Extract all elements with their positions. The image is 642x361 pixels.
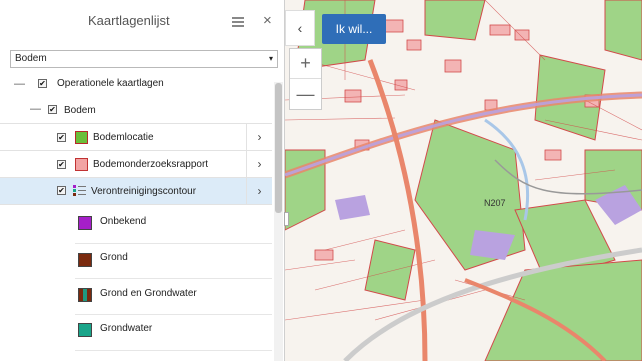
chevron-down-icon: ▾ <box>268 54 273 63</box>
bodemlocatie-checkbox[interactable]: ✔ <box>57 133 66 142</box>
zoom-control: + — <box>289 48 322 110</box>
legend-swatch-grond <box>78 253 92 267</box>
bodemonderzoeksrapport-label: Bodemonderzoeksrapport <box>93 159 209 170</box>
collapse-dash-icon[interactable]: — <box>14 78 25 90</box>
panel-header: Kaartlagenlijst × <box>0 0 285 40</box>
layer-group-select[interactable]: Bodem ▾ <box>10 50 278 68</box>
legend-divider <box>75 278 272 279</box>
verontreinigingscontour-label: Verontreinigingscontour <box>91 186 197 197</box>
verontreinigingscontour-checkbox[interactable]: ✔ <box>57 186 66 195</box>
root-label: Operationele kaartlagen <box>57 78 164 89</box>
layer-group-select-value: Bodem <box>15 53 47 64</box>
legend-label-grond: Grond <box>100 252 128 263</box>
bodemlocatie-swatch <box>75 131 88 144</box>
map-tiles <box>285 0 642 361</box>
legend-divider <box>75 350 272 351</box>
legend-divider <box>75 243 272 244</box>
bodemonderzoeksrapport-checkbox[interactable]: ✔ <box>57 160 66 169</box>
collapse-dash-icon[interactable]: — <box>30 103 41 115</box>
layer-tree: — ✔ Operationele kaartlagen — ✔ Bodem ✔ … <box>0 72 272 361</box>
panel-resize-handle[interactable] <box>284 212 289 226</box>
road-number-label: N207 <box>484 198 506 208</box>
layer-item-verontreinigingscontour[interactable]: ✔ Verontreinigingscontour › <box>0 178 272 205</box>
scrollbar-thumb[interactable] <box>275 83 282 213</box>
layer-item-bodemlocatie[interactable]: ✔ Bodemlocatie › <box>0 124 272 151</box>
collapse-panel-button[interactable]: ‹ <box>285 10 315 46</box>
map-canvas[interactable] <box>285 0 642 361</box>
ik-wil-button[interactable]: Ik wil... <box>322 14 386 44</box>
tree-item-bodem[interactable]: — ✔ Bodem <box>0 96 272 124</box>
legend-divider <box>75 314 272 315</box>
close-icon[interactable]: × <box>263 13 272 28</box>
zoom-in-button[interactable]: + <box>290 49 321 79</box>
chevron-right-icon[interactable]: › <box>246 151 272 177</box>
panel-title: Kaartlagenlijst <box>88 13 170 28</box>
layer-item-bodemonderzoeksrapport[interactable]: ✔ Bodemonderzoeksrapport › <box>0 151 272 178</box>
root-checkbox[interactable]: ✔ <box>38 79 47 88</box>
zoom-out-button[interactable]: — <box>290 79 321 109</box>
menu-icon[interactable] <box>232 17 244 27</box>
legend-label-grondwater: Grondwater <box>100 323 153 334</box>
chevron-right-icon[interactable]: › <box>246 178 272 204</box>
bodem-checkbox[interactable]: ✔ <box>48 105 57 114</box>
legend-label-onbekend: Onbekend <box>100 216 147 227</box>
chevron-right-icon[interactable]: › <box>246 124 272 150</box>
bodemonderzoeksrapport-swatch <box>75 158 88 171</box>
tree-item-operationele-kaartlagen[interactable]: — ✔ Operationele kaartlagen <box>0 72 272 96</box>
legend-swatch-grondwater <box>78 323 92 337</box>
legend-swatch-onbekend <box>78 216 92 230</box>
layer-list-panel: Kaartlagenlijst × Bodem ▾ — ✔ Operatione… <box>0 0 285 361</box>
bodem-label: Bodem <box>64 105 96 116</box>
panel-scrollbar[interactable] <box>274 82 283 361</box>
legend-swatch-grond-en-grondwater <box>78 288 92 302</box>
chevron-left-icon: ‹ <box>297 20 303 36</box>
legend-label-grond-en-grondwater: Grond en Grondwater <box>100 288 197 299</box>
bodemlocatie-label: Bodemlocatie <box>93 132 154 143</box>
legend-list-icon <box>73 185 87 197</box>
